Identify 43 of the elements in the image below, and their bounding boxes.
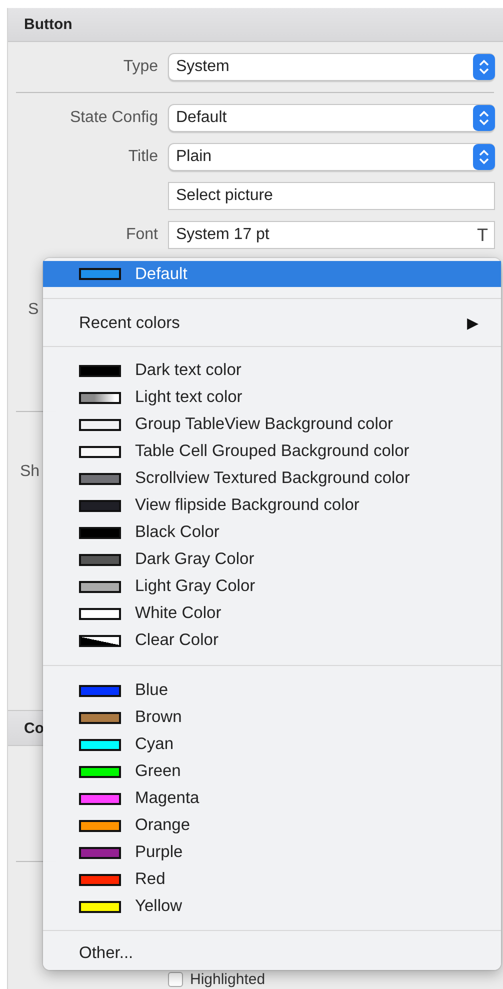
menu-item[interactable]: Recent colors ▶ [43,310,501,336]
section-title: Button [24,16,72,33]
popup-button[interactable]: Default [168,104,495,132]
section-title: Co [24,720,44,736]
menu-item[interactable]: Cyan [43,731,501,758]
stepper-icon [473,54,495,80]
menu-item[interactable]: Red [43,866,501,893]
field-label: S [28,301,39,319]
menu-item[interactable]: View flipside Background color [43,492,501,519]
menu-item[interactable]: White Color [43,600,501,627]
menu-item[interactable]: Purple [43,839,501,866]
menu-item[interactable]: Orange [43,812,501,839]
popup-button[interactable]: System [168,53,495,81]
field-label: Sh [20,463,40,481]
checkbox-label: Highlighted [190,971,266,988]
menu-item[interactable]: Dark text color [43,357,501,384]
popup-button[interactable]: Plain [168,143,495,171]
menu-item[interactable]: Magenta [43,785,501,812]
field-label: Type [122,58,159,76]
stepper-icon [473,144,495,170]
menu-item[interactable]: Clear Color [43,627,501,654]
menu-item[interactable]: Other... [43,940,501,967]
text-field[interactable]: Select picture [168,182,495,210]
field-label: Title [127,148,159,166]
field-label: State Config [68,109,159,127]
menu-item[interactable]: Light Gray Color [43,573,501,600]
menu-item[interactable]: Group TableView Background color [43,411,501,438]
menu-item[interactable]: Green [43,758,501,785]
menu-item[interactable]: Blue [43,677,501,704]
menu-item[interactable]: Brown [43,704,501,731]
font-picker-button[interactable]: T [477,225,488,245]
submenu-arrow: ▶ [467,314,479,332]
menu-item[interactable]: Dark Gray Color [43,546,501,573]
menu-item[interactable]: Light text color [43,384,501,411]
stepper-icon [473,105,495,131]
menu-item[interactable]: Yellow [43,893,501,920]
menu-item[interactable]: Scrollview Textured Background color [43,465,501,492]
menu-item[interactable]: Default [43,261,501,287]
menu-item[interactable]: Black Color [43,519,501,546]
menu-item[interactable]: Table Cell Grouped Background color [43,438,501,465]
field-label: Font [124,226,159,244]
checkbox[interactable] [168,972,183,987]
font-field[interactable]: System 17 pt T [168,221,495,249]
